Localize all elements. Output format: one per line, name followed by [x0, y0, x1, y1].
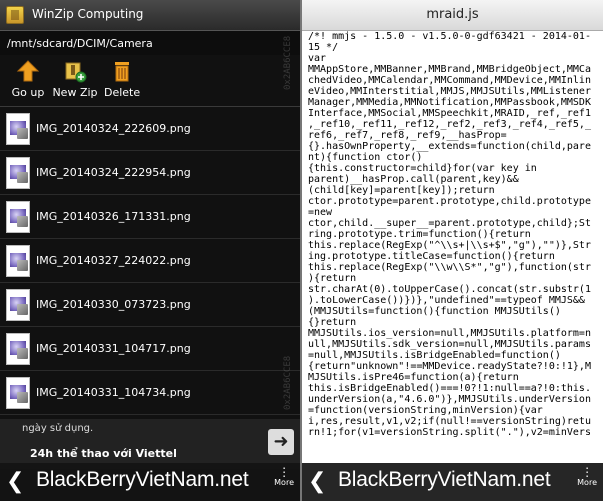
code-line: nt){function ctor() [308, 152, 423, 163]
file-name: IMG_20140330_073723.png [36, 298, 191, 311]
new-zip-label: New Zip [52, 86, 98, 99]
toolbar: Go up New Zip Delete [0, 55, 300, 105]
more-button[interactable]: ⋮ More [274, 466, 294, 487]
file-row[interactable]: IMG_20140330_073723.png [0, 283, 300, 327]
title-bar: WinZip Computing [0, 0, 300, 31]
code-line: Interface,MMSocial,MMSpeechkit,MRAID,_re… [308, 108, 591, 119]
code-line: ring.prototype.trim=function(){return [308, 229, 531, 240]
go-up-label: Go up [11, 86, 45, 99]
code-line: MMAppStore,MMBanner,MMBrand,MMBridgeObje… [308, 64, 591, 75]
watermark: 0x2AB6CCE8 [283, 35, 293, 90]
current-path: /mnt/sdcard/DCIM/Camera [7, 37, 153, 50]
overflow-icon: ⋮ [581, 465, 594, 479]
ad-banner[interactable]: ngày sử dụng. 24h thể thao với Viettel ➜ [0, 419, 300, 469]
code-line: rn!1;for(v1=versionString.split("."),v2=… [308, 427, 591, 438]
code-line: {}.hasOwnProperty,__extends=function(chi… [308, 141, 591, 152]
code-line: ctor,child.__super__=parent.prototype,ch… [308, 218, 591, 229]
code-line: =null,MMJSUtils.isBridgeEnabled=function… [308, 350, 561, 361]
ad-arrow-icon[interactable]: ➜ [268, 429, 294, 455]
path-bar: /mnt/sdcard/DCIM/Camera [0, 31, 300, 55]
image-file-icon [6, 333, 30, 365]
overflow-icon: ⋮ [278, 465, 291, 479]
code-line: ).toLowerCase())})},"undefined"==typeof … [308, 295, 585, 306]
code-line: /*! mmjs - 1.5.0 - v1.5.0-0-gdf63421 - 2… [308, 31, 591, 42]
file-row[interactable]: IMG_20140327_224022.png [0, 239, 300, 283]
code-line: underVersion(a,"4.6.0")},MMJSUtils.under… [308, 394, 591, 405]
code-line: =function(versionString,minVersion){var [308, 405, 543, 416]
code-line: i,res,result,v1,v2;if(null!==versionStri… [308, 416, 591, 427]
brand-watermark: BlackBerryVietNam.net [36, 468, 249, 491]
file-name: IMG_20140324_222609.png [36, 122, 191, 135]
file-name: IMG_20140331_104734.png [36, 386, 191, 399]
code-line: ref6,_ref7,_ref8,_ref9,__hasProp= [308, 130, 507, 141]
code-view[interactable]: /*! mmjs - 1.5.0 - v1.5.0-0-gdf63421 - 2… [308, 31, 598, 463]
code-line: var [308, 53, 327, 64]
back-icon[interactable]: ❮ [308, 469, 326, 494]
more-label: More [577, 478, 597, 487]
text-viewer-pane: mraid.js /*! mmjs - 1.5.0 - v1.5.0-0-gdf… [302, 0, 603, 501]
code-line: str.charAt(0).toUpperCase().concat(str.s… [308, 284, 591, 295]
code-line: ctor.prototype=parent.prototype,child.pr… [308, 196, 591, 207]
code-line: {return"unknown"!==MMDevice.readyState?!… [308, 361, 591, 372]
row-divider [0, 414, 300, 415]
arrow-up-icon [16, 60, 40, 82]
file-row[interactable]: IMG_20140324_222954.png [0, 151, 300, 195]
file-list: IMG_20140324_222609.png IMG_20140324_222… [0, 107, 300, 419]
image-file-icon [6, 377, 30, 409]
code-line: this.isBridgeEnabled()===!0?!1:null==a?!… [308, 383, 591, 394]
new-zip-icon [65, 62, 87, 83]
image-file-icon [6, 113, 30, 145]
image-file-icon [6, 245, 30, 277]
go-up-button[interactable]: Go up [10, 59, 46, 103]
brand-watermark: BlackBerryVietNam.net [338, 468, 551, 491]
code-line: {}return [308, 317, 357, 328]
file-row[interactable]: IMG_20140331_104717.png [0, 327, 300, 371]
code-line: ing.prototype.titleCase=function(){retur… [308, 251, 555, 262]
app-title: WinZip Computing [32, 7, 144, 21]
code-line: this.replace(RegExp("\\w\\S*","g"),funct… [308, 262, 591, 273]
bottom-bar: ❮ BlackBerryVietNam.net ⋮ More [302, 463, 603, 501]
image-file-icon [6, 157, 30, 189]
bottom-bar: ❮ BlackBerryVietNam.net ⋮ More [0, 463, 300, 501]
winzip-app-icon [6, 6, 24, 24]
code-line: ){return [308, 273, 357, 284]
file-row[interactable]: IMG_20140324_222609.png [0, 107, 300, 151]
ad-headline: 24h thể thao với Viettel [30, 447, 177, 460]
file-name: IMG_20140324_222954.png [36, 166, 191, 179]
file-row[interactable]: IMG_20140331_104734.png [0, 371, 300, 415]
file-name: IMG_20140327_224022.png [36, 254, 191, 267]
image-file-icon [6, 289, 30, 321]
viewer-title-bar: mraid.js [302, 0, 603, 31]
code-line: eVideo,MMInterstitial,MMJS,MMJSUtils,MML… [308, 86, 591, 97]
code-line: {this.constructor=child}for(var key in [308, 163, 537, 174]
code-line: (MMJSUtils=function(){function MMJSUtils… [308, 306, 561, 317]
image-file-icon [6, 201, 30, 233]
code-line: MMJSUtils.ios_version=null,MMJSUtils.pla… [308, 328, 591, 339]
code-line: Manager,MMMedia,MMNotification,MMPassboo… [308, 97, 591, 108]
code-line: (child[key]=parent[key]);return [308, 185, 495, 196]
file-name: IMG_20140331_104717.png [36, 342, 191, 355]
code-line: =new [308, 207, 333, 218]
code-line: this.replace(RegExp("^\\s+|\\s+$","g"),"… [308, 240, 591, 251]
file-name: IMG_20140326_171331.png [36, 210, 191, 223]
code-line: ull,MMJSUtils.sdk_version=null,MMJSUtils… [308, 339, 591, 350]
code-line: 15 */ [308, 42, 339, 53]
delete-label: Delete [104, 86, 141, 99]
code-line: parent)__hasProp.call(parent,key)&& [308, 174, 519, 185]
more-label: More [274, 478, 294, 487]
new-zip-button[interactable]: New Zip [52, 59, 98, 103]
code-text: /*! mmjs - 1.5.0 - v1.5.0-0-gdf63421 - 2… [308, 31, 598, 438]
code-line: ,_ref10,_ref11,_ref12,_ref2,_ref3,_ref4,… [308, 119, 591, 130]
winzip-pane: WinZip Computing /mnt/sdcard/DCIM/Camera… [0, 0, 300, 501]
file-title: mraid.js [426, 7, 479, 22]
ad-text: ngày sử dụng. [22, 423, 94, 434]
watermark: 0x2AB6CCE8 [283, 355, 293, 410]
code-line: chedVideo,MMCalendar,MMCommand,MMDevice,… [308, 75, 591, 86]
more-button[interactable]: ⋮ More [577, 466, 597, 487]
delete-button[interactable]: Delete [104, 59, 140, 103]
file-row[interactable]: IMG_20140326_171331.png [0, 195, 300, 239]
trash-icon [115, 62, 129, 82]
back-icon[interactable]: ❮ [6, 469, 24, 494]
code-line: MJSUtils.isPre46=function(a){return [308, 372, 519, 383]
